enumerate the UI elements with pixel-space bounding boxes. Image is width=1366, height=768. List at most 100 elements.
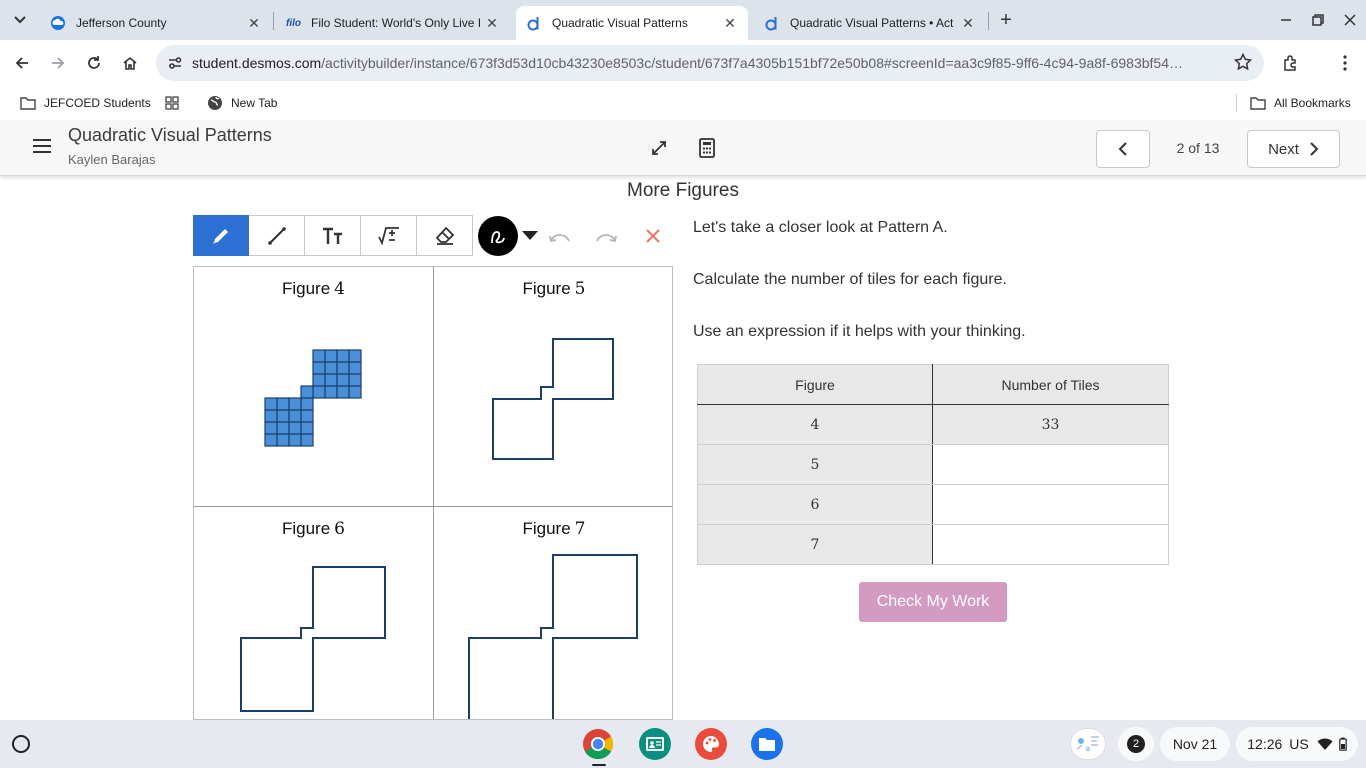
figures-sketch-canvas[interactable]: Figure 4 Figure 5 Figure 6 Figure 7 <box>193 266 673 720</box>
calculator-icon <box>699 138 715 158</box>
menu-button[interactable] <box>32 138 54 156</box>
back-button[interactable] <box>9 50 35 76</box>
eraser-tool-button[interactable] <box>417 215 473 256</box>
tile-lower-square <box>276 397 290 411</box>
check-my-work-button[interactable]: Check My Work <box>859 582 1007 622</box>
site-info-icon[interactable] <box>158 45 192 81</box>
undo-button[interactable] <box>547 224 573 248</box>
tile-lower-square <box>276 433 290 447</box>
shelf-date: Nov 21 <box>1172 736 1218 752</box>
address-bar[interactable]: student.desmos.com/activitybuilder/insta… <box>156 45 1264 81</box>
squiggle-icon <box>491 231 505 244</box>
cloud-logo-icon <box>50 15 66 31</box>
text-tool-button[interactable] <box>305 215 361 256</box>
tab-filo-student[interactable]: filo Filo Student: World's Only Live I ✕ <box>276 6 510 40</box>
chrome-app-icon[interactable] <box>582 728 614 760</box>
tab-title: Filo Student: World's Only Live I <box>311 16 482 30</box>
close-tab-icon[interactable]: ✕ <box>484 15 500 31</box>
instruction-text-1: Let's take a closer look at Pattern A. <box>693 219 948 236</box>
notifications-button[interactable]: 2 <box>1118 727 1154 761</box>
forward-button[interactable] <box>45 50 71 76</box>
date-button[interactable]: Nov 21 <box>1160 727 1230 761</box>
tile-upper-square <box>348 349 362 363</box>
tile-lower-square <box>288 409 302 423</box>
table-row: 6 <box>697 484 1169 525</box>
url-host: student.desmos.com <box>192 55 322 71</box>
previous-screen-button[interactable] <box>1096 130 1150 168</box>
tab-title: Quadratic Visual Patterns • Act <box>790 16 954 30</box>
screen-capture-thumbnail[interactable] <box>1070 728 1106 760</box>
math-tool-button[interactable] <box>361 215 417 256</box>
classroom-app-icon[interactable] <box>639 728 671 760</box>
chevron-down-icon <box>14 16 26 24</box>
figure-cell: 5 <box>697 444 933 485</box>
hamburger-icon <box>33 139 51 153</box>
color-picker-button[interactable] <box>478 216 518 256</box>
next-screen-button[interactable]: Next <box>1247 130 1340 168</box>
clear-sketch-button[interactable] <box>640 224 666 248</box>
tab-separator <box>988 12 989 30</box>
tab-jefferson-county[interactable]: Jefferson County ✕ <box>40 6 272 40</box>
tile-lower-square <box>264 409 278 423</box>
extensions-button[interactable] <box>1278 50 1304 76</box>
tile-lower-square <box>288 397 302 411</box>
tiles-input-cell[interactable] <box>932 484 1169 525</box>
tab-search-button[interactable] <box>6 8 34 32</box>
pencil-tool-button[interactable] <box>193 215 249 256</box>
minimize-window-button[interactable] <box>1274 8 1298 32</box>
close-tab-icon[interactable]: ✕ <box>722 15 738 31</box>
redo-button[interactable] <box>593 224 619 248</box>
tile-upper-square <box>312 373 326 387</box>
chrome-menu-button[interactable] <box>1332 50 1358 76</box>
bookmark-folder-jefcoed-students[interactable]: JEFCOED Students <box>20 93 151 113</box>
close-tab-icon[interactable]: ✕ <box>960 15 976 31</box>
bookmark-new-tab[interactable]: New Tab <box>207 93 277 113</box>
os-shelf: 2 Nov 21 12:26 US <box>0 720 1366 768</box>
figure-cell: 6 <box>697 484 933 525</box>
all-bookmarks-button[interactable]: All Bookmarks <box>1250 93 1351 113</box>
home-button[interactable] <box>117 50 143 76</box>
apps-shortcut[interactable] <box>164 93 188 113</box>
figure-5-outline <box>492 338 614 460</box>
close-icon <box>1344 14 1356 26</box>
line-tool-button[interactable] <box>249 215 305 256</box>
close-window-button[interactable] <box>1338 8 1362 32</box>
tile-upper-square <box>336 373 350 387</box>
bookmark-star-icon[interactable] <box>1233 52 1253 76</box>
bookmark-label: JEFCOED Students <box>44 96 151 110</box>
tab-quadratic-visual-patterns-active[interactable]: Quadratic Visual Patterns ✕ <box>516 6 748 40</box>
notification-count: 2 <box>1127 735 1145 753</box>
folder-icon <box>1250 95 1266 111</box>
tiles-input-cell[interactable] <box>932 444 1169 485</box>
launcher-icon[interactable] <box>12 735 30 753</box>
status-tray[interactable]: 12:26 US <box>1236 727 1358 761</box>
tab-separator <box>273 12 274 30</box>
tile-upper-square <box>348 373 362 387</box>
tile-upper-square <box>312 385 326 399</box>
tile-upper-square <box>324 373 338 387</box>
fullscreen-button[interactable] <box>647 136 671 160</box>
arrow-left-icon <box>15 57 28 69</box>
bookmarks-divider <box>1236 94 1237 112</box>
chevron-right-icon <box>1310 142 1319 156</box>
tile-upper-square <box>324 361 338 375</box>
calculator-button[interactable] <box>695 136 719 160</box>
active-app-indicator <box>592 764 606 766</box>
close-tab-icon[interactable]: ✕ <box>246 15 262 31</box>
instruction-text-2: Calculate the number of tiles for each f… <box>693 271 1007 288</box>
tiles-input-cell[interactable] <box>932 524 1169 565</box>
reload-button[interactable] <box>81 50 107 76</box>
puzzle-icon <box>1284 55 1296 71</box>
desmos-logo-icon <box>526 15 542 31</box>
figure-4-tiles <box>264 349 362 447</box>
shelf-locale: US <box>1289 736 1309 752</box>
files-app-icon[interactable] <box>751 728 783 760</box>
tab-quadratic-visual-patterns-activity[interactable]: Quadratic Visual Patterns • Act ✕ <box>754 6 986 40</box>
figure-cell: 7 <box>697 524 933 565</box>
new-tab-button[interactable]: + <box>994 8 1018 32</box>
restore-window-button[interactable] <box>1306 8 1330 32</box>
figure-7-cell: Figure 7 <box>434 507 672 719</box>
home-icon <box>123 56 137 70</box>
canvas-art-app-icon[interactable] <box>695 728 727 760</box>
color-dropdown-caret[interactable] <box>522 231 538 240</box>
